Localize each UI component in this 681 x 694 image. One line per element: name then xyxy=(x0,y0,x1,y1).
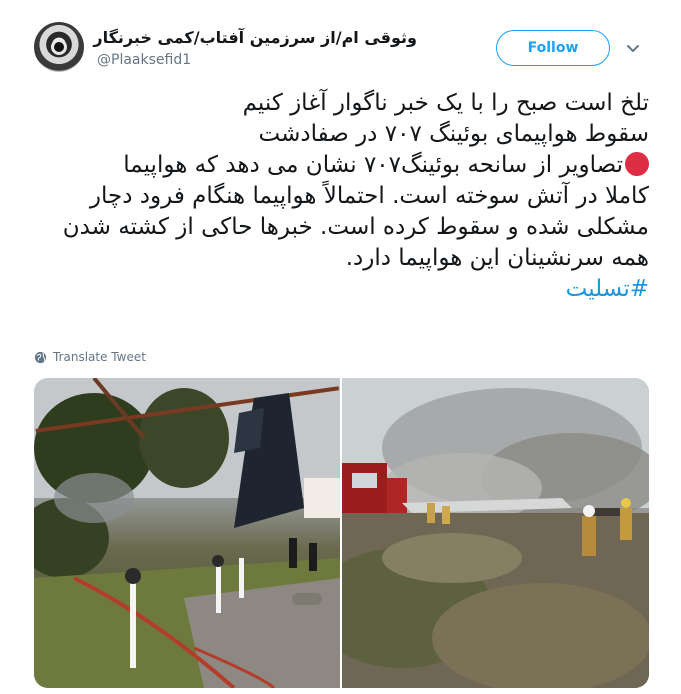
translate-tweet-link[interactable]: Translate Tweet xyxy=(34,350,146,364)
crash-site-illustration-right xyxy=(342,378,649,688)
tweet-header: وثوقی ام/از سرزمین آفتاب/کمی خبرنگار @Pl… xyxy=(0,0,681,80)
translate-tweet-label: Translate Tweet xyxy=(53,350,146,364)
crash-site-illustration-left xyxy=(34,378,340,688)
crash-site-photo-right[interactable] xyxy=(342,378,649,688)
tweet-text-line: تلخ است صبح را با یک خبر ناگوار آغاز کنی… xyxy=(242,90,649,116)
tweet-text-segment: تصاویر از سانحه بوئینگ۷۰۷ نشان می دهد که… xyxy=(123,152,623,178)
follow-button[interactable]: Follow xyxy=(496,30,610,66)
avatar[interactable] xyxy=(34,22,84,72)
tweet-text-line: همه سرنشینان این هواپیما دارد. xyxy=(345,245,649,271)
tweet-media xyxy=(34,378,649,688)
tweet-text: تلخ است صبح را با یک خبر ناگوار آغاز کنی… xyxy=(36,88,649,305)
display-name[interactable]: وثوقی ام/از سرزمین آفتاب/کمی خبرنگار xyxy=(93,28,417,47)
red-circle-emoji xyxy=(625,152,649,176)
tweet-text-line: تصاویر از سانحه بوئینگ۷۰۷ نشان می دهد که… xyxy=(36,150,649,181)
chevron-down-icon[interactable] xyxy=(624,40,642,58)
tweet-text-line: کاملا در آتش سوخته است. احتمالاً هواپیما… xyxy=(89,183,649,209)
hashtag-link[interactable]: #تسلیت xyxy=(36,274,649,305)
crash-site-photo-left[interactable] xyxy=(34,378,340,688)
avatar-camera-lens xyxy=(51,39,67,55)
tweet-text-line: سقوط هواپیمای بوئینگ ۷۰۷ در صفادشت xyxy=(258,121,649,147)
user-handle[interactable]: @Plaaksefid1 xyxy=(97,52,191,68)
tweet-text-line: مشکلی شده و سقوط کرده است. خبرها حاکی از… xyxy=(62,214,649,240)
globe-icon xyxy=(34,351,47,363)
